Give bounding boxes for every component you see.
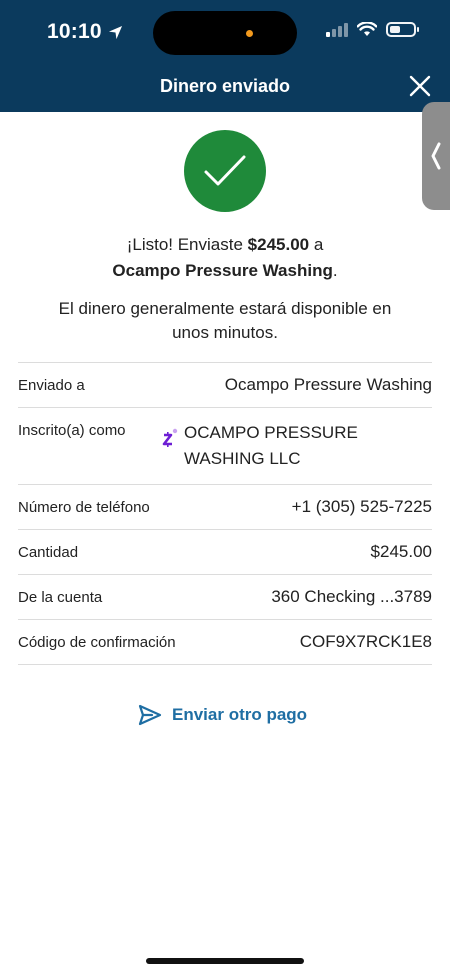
confirmation-code-value: COF9X7RCK1E8	[299, 632, 432, 651]
wifi-icon	[357, 22, 377, 36]
battery-icon	[386, 22, 419, 37]
detail-row-amount: Cantidad $245.00	[18, 530, 432, 575]
checkmark-icon	[204, 155, 246, 186]
send-another-payment-label: Enviar otro pago	[172, 705, 308, 724]
amount-value: $245.00	[370, 542, 432, 561]
phone-label: Número de teléfono	[18, 499, 150, 516]
enrolled-as-value: OCAMPO PRESSURE WASHING LLC	[184, 423, 358, 468]
confirmation-prefix: ¡Listo! Enviaste	[126, 235, 248, 254]
sent-to-label: Enviado a	[18, 377, 85, 394]
availability-message: El dinero generalmente estará disponible…	[0, 297, 450, 345]
detail-row-phone: Número de teléfono +1 (305) 525-7225	[18, 485, 432, 530]
amount-label: Cantidad	[18, 544, 79, 561]
enrolled-as-label: Inscrito(a) como	[18, 422, 126, 439]
close-button[interactable]	[408, 74, 432, 98]
detail-row-sent-to: Enviado a Ocampo Pressure Washing	[18, 363, 432, 408]
send-icon	[138, 704, 162, 726]
status-time-text: 10:10	[47, 20, 102, 43]
detail-row-from-account: De la cuenta 360 Checking ...3789	[18, 575, 432, 620]
confirmation-message: ¡Listo! Enviaste $245.00 a Ocampo Pressu…	[0, 232, 450, 284]
confirmation-period: .	[332, 261, 338, 280]
chevron-left-icon	[431, 142, 441, 170]
detail-row-confirmation-code: Código de confirmación COF9X7RCK1E8	[18, 620, 432, 665]
confirmation-code-label: Código de confirmación	[18, 634, 176, 651]
sent-to-value: Ocampo Pressure Washing	[224, 375, 432, 394]
status-icons	[326, 22, 419, 37]
payment-details: Enviado a Ocampo Pressure Washing Inscri…	[18, 362, 432, 665]
status-time: 10:10	[47, 20, 123, 44]
from-account-value: 360 Checking ...3789	[271, 587, 432, 606]
confirmation-line-1: ¡Listo! Enviaste $245.00 a	[0, 232, 450, 258]
signal-icon	[326, 22, 348, 37]
confirmation-suffix: a	[309, 235, 324, 254]
confirmation-recipient: Ocampo Pressure Washing	[112, 261, 333, 280]
from-account-label: De la cuenta	[18, 589, 103, 606]
location-arrow-icon	[108, 25, 122, 39]
side-panel-handle[interactable]	[422, 102, 450, 210]
confirmation-amount: $245.00	[247, 235, 310, 254]
confirmation-line-2: Ocampo Pressure Washing.	[0, 258, 450, 284]
dynamic-island	[153, 11, 297, 55]
header-bar: 10:10 Dinero enviado	[0, 0, 450, 112]
success-badge	[184, 130, 266, 212]
phone-value: +1 (305) 525-7225	[291, 497, 432, 516]
enrolled-as-value-wrap: OCAMPO PRESSURE WASHING LLC	[162, 420, 432, 472]
privacy-indicator	[246, 30, 253, 37]
detail-row-enrolled-as: Inscrito(a) como OCAMPO PRESSURE WASHING…	[18, 408, 432, 485]
availability-text: El dinero generalmente estará disponible…	[58, 299, 392, 342]
status-bar: 10:10	[0, 0, 450, 66]
home-indicator[interactable]	[146, 958, 304, 964]
close-icon	[409, 75, 431, 97]
page-title: Dinero enviado	[159, 76, 291, 96]
send-another-payment-button[interactable]: Enviar otro pago	[138, 704, 307, 726]
zelle-icon	[162, 428, 178, 447]
